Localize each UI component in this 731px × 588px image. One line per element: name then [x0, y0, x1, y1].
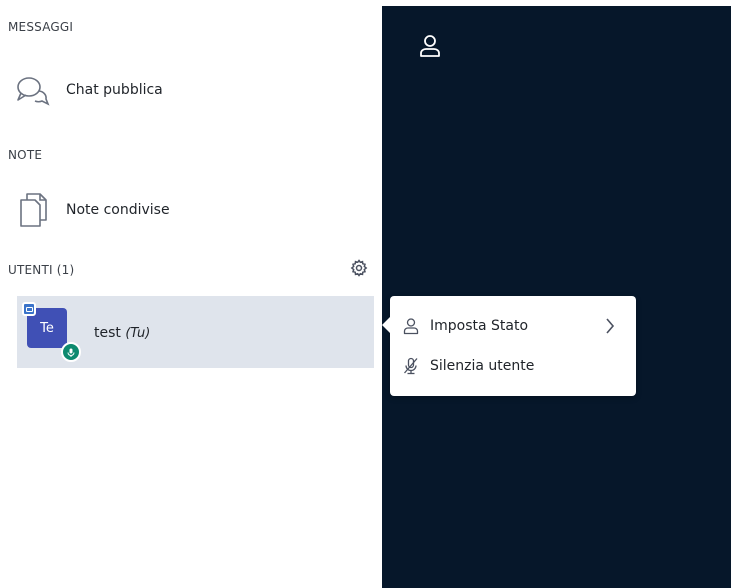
shared-notes-item[interactable]: Note condivise: [8, 190, 368, 230]
presenter-icon: [22, 302, 36, 316]
mute-user-label: Silenzia utente: [430, 358, 535, 374]
user-name: test (Tu): [94, 325, 150, 341]
user-name-text: test: [94, 325, 121, 341]
user-icon: [400, 315, 422, 337]
chat-bubbles-icon: [8, 70, 58, 110]
user-context-menu: Imposta Stato Silenzia utente: [382, 296, 636, 396]
mute-user-menu-item[interactable]: Silenzia utente: [400, 353, 626, 379]
public-chat-item[interactable]: Chat pubblica: [8, 70, 368, 110]
menu-pointer: [382, 316, 391, 334]
gear-icon: [350, 259, 368, 281]
user-list-sidebar: MESSAGGI Chat pubblica NOTE Note condivi…: [0, 0, 382, 588]
notes-section-title: NOTE: [8, 148, 43, 162]
self-tag: (Tu): [125, 326, 151, 341]
microphone-muted-icon: [400, 355, 422, 377]
shared-notes-label: Note condivise: [66, 202, 170, 218]
user-list-item-test[interactable]: Te test (Tu): [17, 296, 374, 368]
documents-icon: [8, 190, 58, 230]
users-section-title: UTENTI (1): [8, 263, 75, 277]
microphone-icon: [61, 342, 81, 362]
set-status-menu-item[interactable]: Imposta Stato: [400, 313, 626, 339]
avatar-initials: Te: [40, 320, 54, 336]
public-chat-label: Chat pubblica: [66, 82, 163, 98]
set-status-label: Imposta Stato: [430, 318, 529, 334]
chevron-right-icon: [604, 317, 616, 339]
user-icon: [418, 33, 442, 59]
users-settings-button[interactable]: [348, 259, 370, 281]
messages-section-title: MESSAGGI: [8, 20, 74, 34]
